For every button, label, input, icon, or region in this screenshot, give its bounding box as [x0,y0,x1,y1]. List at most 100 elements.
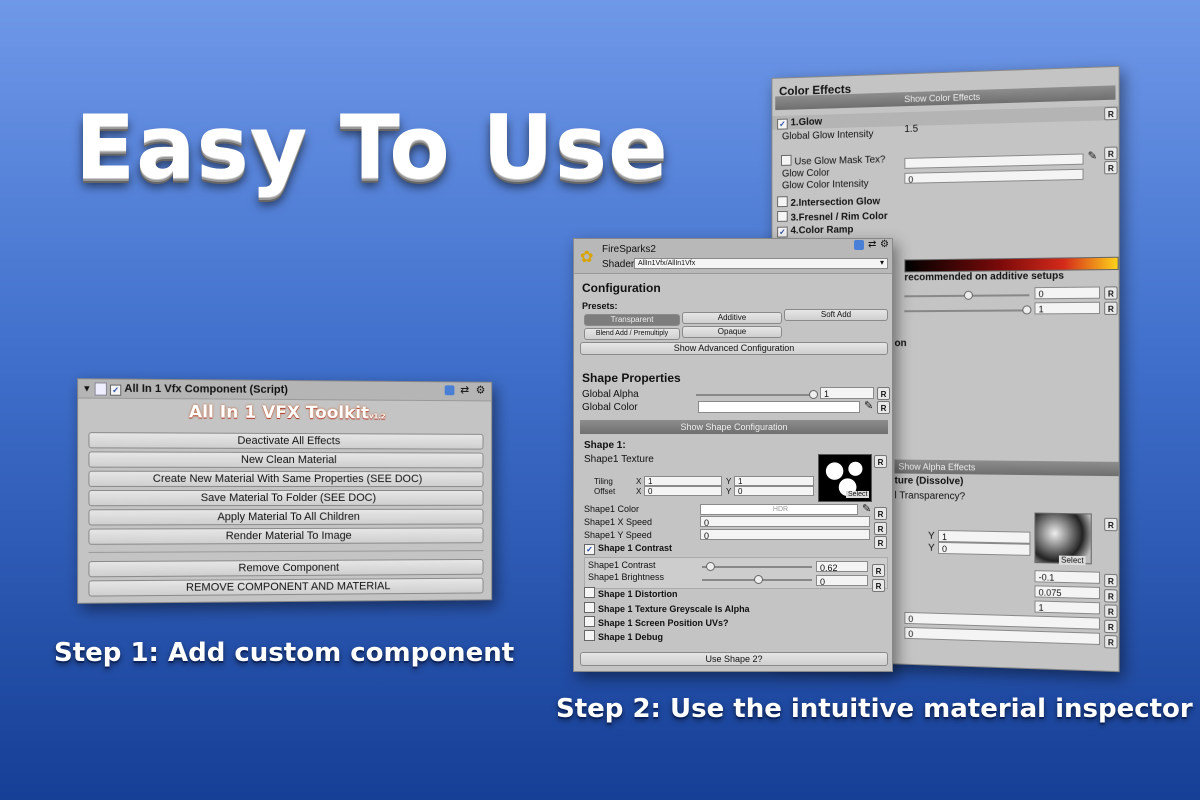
toolkit-logo: All In 1 VFX Toolkitv1.2 [188,402,386,424]
shape1-distortion-toggle[interactable]: Shape 1 Distortion [584,587,678,599]
headline: Easy To Use [75,96,669,199]
help-icon[interactable] [444,385,455,396]
alpha-value-field[interactable]: 1 [1034,600,1101,615]
reset-button[interactable]: R [872,564,885,577]
preset-additive-button[interactable]: Additive [682,312,782,324]
tiling-y-field[interactable]: 1 [734,476,814,486]
save-material-button[interactable]: Save Material To Folder (SEE DOC) [88,489,484,507]
reset-button[interactable]: R [1104,160,1118,175]
render-to-image-button[interactable]: Render Material To Image [88,527,484,545]
reset-button[interactable]: R [874,522,887,535]
glow-toggle[interactable]: ✓ 1.Glow [777,117,822,130]
shape1-texture-label: Shape1 Texture [584,454,654,465]
show-alpha-effects-bar[interactable]: Show Alpha Effects [894,459,1120,477]
contrast-field[interactable]: 0.62 [816,561,868,572]
y-speed-field[interactable]: 0 [700,529,870,540]
color-ramp-toggle[interactable]: ✓ 4.Color Ramp [777,225,853,238]
alpha-value-field[interactable]: 0.075 [1034,585,1101,600]
apply-to-children-button[interactable]: Apply Material To All Children [88,508,484,526]
x-label: X [636,477,642,486]
deactivate-all-effects-button[interactable]: Deactivate All Effects [88,432,484,450]
offset-y-field[interactable]: 0 [734,486,814,496]
new-clean-material-button[interactable]: New Clean Material [88,451,484,469]
show-advanced-configuration-button[interactable]: Show Advanced Configuration [580,342,888,355]
reset-button[interactable]: R [877,387,890,400]
reset-button[interactable]: R [1104,573,1118,588]
use-shape2-button[interactable]: Use Shape 2? [580,652,888,666]
select-button[interactable]: Select [1058,555,1086,566]
ramp-value-field[interactable]: 1 [1034,301,1101,315]
ramp-slider[interactable] [904,290,1030,300]
alpha-value-field[interactable]: -0.1 [1034,570,1101,584]
help-icon[interactable] [854,240,864,250]
eyedropper-icon[interactable]: ✎ [864,399,873,412]
global-color-swatch[interactable] [698,401,860,413]
alpha-value-field[interactable]: 0 [904,626,1101,646]
reset-button[interactable]: R [1104,146,1118,161]
reset-button[interactable]: R [1104,286,1118,300]
chevron-down-icon[interactable]: ▾ [880,258,884,267]
reset-button[interactable]: R [1104,619,1118,634]
reset-button[interactable]: R [874,455,887,468]
reset-button[interactable]: R [1104,634,1118,649]
preset-blend-add-button[interactable]: Blend Add / Premultiply [584,328,680,340]
gear-icon[interactable]: ⚙ [476,384,486,397]
preset-icon[interactable]: ⇄ [460,383,469,396]
reset-button[interactable]: R [874,536,887,549]
intersection-glow-toggle[interactable]: 2.Intersection Glow [777,194,880,209]
presets-label: Presets: [582,301,618,311]
eyedropper-icon[interactable]: ✎ [1088,149,1097,162]
contrast-slider[interactable] [702,562,812,571]
shape1-contrast-toggle[interactable]: ✓ Shape 1 Contrast [584,543,672,555]
reset-button[interactable]: R [872,579,885,592]
reset-button[interactable]: R [1104,106,1118,121]
dissolve-offset-y[interactable]: 0 [938,541,1031,556]
shape1-greyscale-alpha-toggle[interactable]: Shape 1 Texture Greyscale Is Alpha [584,602,750,614]
fresnel-toggle[interactable]: 3.Fresnel / Rim Color [777,209,888,224]
glow-mask-toggle[interactable]: Use Glow Mask Tex? [780,152,885,168]
glow-color-label: Glow Color [781,167,830,180]
global-alpha-field[interactable]: 1 [820,387,874,399]
material-name: FireSparks2 [602,244,656,255]
color-ramp-gradient[interactable] [904,256,1119,273]
preset-transparent-button[interactable]: Transparent [584,314,680,326]
remove-component-and-material-button[interactable]: REMOVE COMPONENT AND MATERIAL [88,577,484,597]
transparency-label: l Transparency? [894,490,966,503]
recommended-note: recommended on additive setups [904,270,1064,284]
x-speed-field[interactable]: 0 [700,516,870,527]
preset-opaque-button[interactable]: Opaque [682,326,782,338]
ramp-slider[interactable] [904,305,1032,315]
shader-dropdown[interactable]: AllIn1Vfx/AllIn1Vfx [634,258,888,269]
reset-button[interactable]: R [1104,517,1118,532]
reset-button[interactable]: R [1104,589,1118,603]
component-enabled-checkbox[interactable]: ✓ [110,384,122,396]
reset-button[interactable]: R [1104,301,1118,315]
glow-color-field[interactable] [904,153,1084,169]
preset-icon[interactable]: ⇄ [868,239,876,250]
component-title[interactable]: ✓ All In 1 Vfx Component (Script) [110,383,288,397]
ramp-value-field[interactable]: 0 [1034,286,1101,300]
remove-component-button[interactable]: Remove Component [88,558,484,578]
reset-button[interactable]: R [877,401,890,414]
offset-x-field[interactable]: 0 [644,486,722,496]
global-alpha-slider[interactable] [696,390,818,399]
shape1-debug-toggle[interactable]: Shape 1 Debug [584,630,663,642]
glow-color-intensity-field[interactable]: 0 [904,168,1084,184]
brightness-slider[interactable] [702,575,812,584]
eyedropper-icon[interactable]: ✎ [862,502,871,515]
shape1-color-swatch[interactable]: HDR [700,504,858,515]
step2-caption: Step 2: Use the intuitive material inspe… [556,694,1193,724]
global-color-label: Global Color [582,402,638,413]
create-material-same-properties-button[interactable]: Create New Material With Same Properties… [88,470,484,488]
brightness-field[interactable]: 0 [816,575,868,586]
reset-button[interactable]: R [874,507,887,520]
gear-icon[interactable]: ⚙ [880,239,889,250]
tiling-x-field[interactable]: 1 [644,476,722,486]
glow-intensity-value[interactable]: 1.5 [904,124,918,135]
show-shape-configuration-bar[interactable]: Show Shape Configuration [580,420,888,434]
select-button[interactable]: Select [846,491,870,498]
reset-button[interactable]: R [1104,604,1118,619]
shape1-screen-uv-toggle[interactable]: Shape 1 Screen Position UVs? [584,616,729,628]
fold-arrow-icon[interactable]: ▼ [82,383,91,393]
preset-soft-add-button[interactable]: Soft Add [784,309,888,321]
